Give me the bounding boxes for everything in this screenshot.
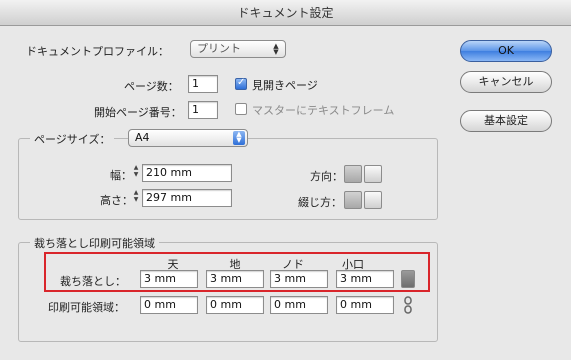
cancel-button[interactable]: キャンセル [460,71,552,93]
landscape-orientation-button[interactable] [364,165,382,183]
width-stepper-icon[interactable]: ▲ ▼ [132,164,140,180]
window-titlebar: ドキュメント設定 [0,0,571,26]
page-size-label: ページサイズ： [30,131,115,147]
slug-inside-input[interactable]: 0 mm [270,296,328,314]
broken-chain-icon [404,296,412,314]
page-count-label: ページ数： [124,80,179,93]
width-label: 幅： [110,169,132,182]
profile-value: プリント [197,42,241,55]
master-text-frame-checkbox[interactable] [235,103,247,115]
facing-pages-checkbox[interactable] [235,77,247,90]
portrait-orientation-button[interactable] [344,165,362,183]
master-text-frame-label: マスターにテキストフレーム [252,104,395,117]
binding-label: 綴じ方： [298,196,342,209]
ok-button[interactable]: OK [460,40,552,62]
page-count-input[interactable]: 1 [188,75,218,93]
right-binding-button[interactable] [364,191,382,209]
slug-outside-input[interactable]: 0 mm [336,296,394,314]
page-size-select[interactable]: A4 ▲ ▼ [128,129,248,147]
slug-label: 印刷可能領域： [48,301,125,314]
start-page-input[interactable]: 1 [188,101,218,119]
slug-top-input[interactable]: 0 mm [140,296,198,314]
page-size-value: A4 [135,131,150,144]
document-setup-dialog: ドキュメントプロファイル： プリント ▲▼ ページ数： 1 見開きページ 開始ペ… [0,26,571,360]
start-page-label: 開始ページ番号： [94,106,182,119]
slug-link-chain-icon[interactable] [401,296,415,314]
width-input[interactable]: 210 mm [142,164,232,182]
window-title: ドキュメント設定 [237,6,334,20]
profile-select[interactable]: プリント ▲ ▼ [190,40,286,58]
updown-arrows-icon: ▲ ▼ [273,42,279,56]
slug-bottom-input[interactable]: 0 mm [206,296,264,314]
basic-settings-button[interactable]: 基本設定 [460,110,552,132]
bleed-highlight-box [44,252,430,292]
profile-label: ドキュメントプロファイル： [26,45,169,58]
bleed-slug-legend: 裁ち落とし印刷可能領域 [30,235,159,251]
updown-arrows-icon: ▲ ▼ [233,131,245,145]
height-label: 高さ： [100,194,133,207]
height-input[interactable]: 297 mm [142,189,232,207]
orientation-label: 方向： [310,170,343,183]
height-stepper-icon[interactable]: ▲ ▼ [132,189,140,205]
left-binding-button[interactable] [344,191,362,209]
facing-pages-label: 見開きページ [252,79,318,92]
